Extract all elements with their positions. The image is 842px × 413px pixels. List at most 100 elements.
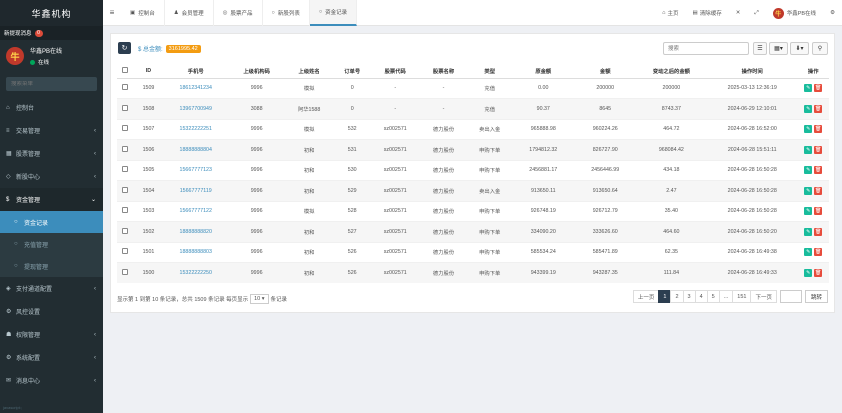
new-withdraw-notice[interactable]: 新提现消息 0	[0, 26, 103, 40]
sidebar-item-fund-records[interactable]: ○ 资金记录	[0, 211, 103, 233]
row-checkbox[interactable]	[117, 139, 134, 160]
edit-icon[interactable]: ✎	[804, 227, 813, 236]
row-checkbox[interactable]	[117, 77, 134, 99]
sidebar-item-permission[interactable]: ☗ 权限管理 ‹	[0, 323, 103, 346]
row-checkbox[interactable]	[117, 118, 134, 140]
home-link[interactable]: ⌂ 主页	[655, 9, 685, 17]
phone-link[interactable]: 15322222251	[180, 126, 212, 132]
edit-icon[interactable]: ✎	[804, 269, 813, 277]
edit-icon[interactable]: ✎	[804, 125, 813, 134]
settings-gear-icon[interactable]: ⚙	[823, 10, 842, 16]
edit-icon[interactable]: ✎	[804, 186, 813, 195]
delete-icon[interactable]: 🗑	[814, 186, 823, 195]
export-button[interactable]: ⬇▾	[790, 42, 809, 55]
column-header[interactable]: 股票代码	[371, 65, 420, 79]
phone-link[interactable]: 18888888820	[180, 229, 212, 235]
phone-link[interactable]: 15667777122	[180, 208, 212, 214]
edit-icon[interactable]: ✎	[804, 248, 813, 257]
column-header[interactable]: 上级机构码	[228, 65, 285, 79]
sidebar-toggle-icon[interactable]: ≡	[103, 8, 121, 17]
column-header[interactable]: 手机号	[163, 65, 229, 79]
column-header[interactable]: ID	[133, 65, 164, 79]
row-checkbox[interactable]	[117, 221, 134, 242]
phone-link[interactable]: 18888888804	[180, 147, 212, 153]
phone-link[interactable]: 18888888803	[180, 249, 212, 255]
page-button[interactable]: 151	[732, 290, 752, 303]
table-cell: 464.72	[635, 118, 708, 140]
translate-icon[interactable]: ✕	[729, 10, 748, 16]
columns-button[interactable]: ▦▾	[769, 42, 788, 55]
tab-stock-products[interactable]: ◎ 股票产品	[214, 0, 263, 26]
column-header[interactable]: 金额	[574, 65, 636, 79]
sidebar-item-trade[interactable]: ≡ 交易管理 ‹	[0, 119, 103, 142]
phone-link[interactable]: 13967700949	[180, 106, 212, 112]
column-header[interactable]: 股票名称	[419, 65, 468, 79]
toggle-view-button[interactable]: ☰	[753, 42, 767, 55]
fullscreen-icon[interactable]: ⤢	[747, 10, 765, 17]
delete-icon[interactable]: 🗑	[814, 104, 823, 113]
page-size-select[interactable]: 10 ▾	[250, 294, 269, 304]
delete-icon[interactable]: 🗑	[814, 84, 823, 93]
phone-link[interactable]: 15667777123	[180, 167, 212, 173]
delete-icon[interactable]: 🗑	[814, 145, 823, 154]
edit-icon[interactable]: ✎	[804, 166, 813, 175]
tab-dashboard[interactable]: ▣ 控制台	[121, 0, 165, 26]
sidebar-item-messages[interactable]: ✉ 消息中心 ‹	[0, 369, 103, 392]
circle-icon: ○	[14, 219, 18, 225]
row-checkbox[interactable]	[117, 262, 134, 283]
sidebar-item-payment[interactable]: ◈ 支付通道配置 ‹	[0, 277, 103, 300]
sidebar-search-input[interactable]	[11, 81, 91, 87]
sidebar-item-risk[interactable]: ⚙ 风控设置	[0, 300, 103, 323]
delete-icon[interactable]: 🗑	[814, 227, 823, 236]
edit-icon[interactable]: ✎	[804, 104, 813, 113]
delete-icon[interactable]: 🗑	[814, 125, 823, 134]
edit-icon[interactable]: ✎	[804, 207, 813, 216]
sidebar-item-ipo[interactable]: ◇ 新股中心 ‹	[0, 165, 103, 188]
prev-page-button[interactable]: 上一页	[632, 290, 660, 303]
column-header[interactable]: 变动之后的金额	[635, 65, 708, 79]
edit-icon[interactable]: ✎	[804, 84, 813, 93]
search-button[interactable]: ⚲	[812, 42, 828, 55]
sidebar-item-recharge[interactable]: ○ 充值管理	[0, 233, 103, 255]
delete-icon[interactable]: 🗑	[814, 207, 823, 216]
row-checkbox[interactable]	[117, 241, 134, 263]
page-jump-input[interactable]	[779, 290, 802, 303]
column-header[interactable]: 上级姓名	[284, 65, 334, 79]
brand-logo[interactable]: 华鑫机构	[0, 0, 103, 26]
sidebar-item-withdraw[interactable]: ○ 提现管理	[0, 255, 103, 277]
tab-members[interactable]: ♟ 会员管理	[165, 0, 214, 26]
sidebar-search[interactable]	[6, 77, 97, 91]
column-header[interactable]: 原金额	[511, 65, 575, 79]
user-menu[interactable]: 牛华鑫PB在线	[766, 7, 823, 19]
row-checkbox[interactable]	[117, 200, 134, 222]
row-checkbox[interactable]	[117, 180, 134, 201]
table-toolbar: ↻ $ 总金额:3161995.42 ☰ ▦▾ ⬇▾ ⚲	[111, 34, 834, 56]
search-input[interactable]	[663, 42, 749, 55]
sidebar-item-system[interactable]: ⚙ 系统配置 ‹	[0, 346, 103, 369]
row-checkbox[interactable]	[117, 98, 134, 119]
phone-link[interactable]: 15667777119	[180, 188, 212, 194]
column-header[interactable]: 操作时间	[707, 65, 798, 79]
delete-icon[interactable]: 🗑	[814, 248, 823, 257]
sidebar-item-stock[interactable]: ▦ 股票管理 ‹	[0, 142, 103, 165]
refresh-button[interactable]: ↻	[118, 42, 131, 54]
table-cell: 阿华1588	[284, 98, 334, 119]
select-all-checkbox[interactable]	[117, 65, 134, 79]
tab-ipo-list[interactable]: ○ 新股列表	[263, 0, 310, 26]
page-tabs: ▣ 控制台 ♟ 会员管理 ◎ 股票产品 ○ 新股列表 ○ 资金记录	[121, 0, 358, 26]
phone-link[interactable]: 15322222250	[180, 270, 212, 276]
column-header[interactable]: 订单号	[333, 65, 372, 79]
tab-fund-records[interactable]: ○ 资金记录	[309, 0, 358, 26]
page-jump-button[interactable]: 跳转	[804, 290, 828, 303]
column-header[interactable]: 类型	[467, 65, 512, 79]
table-cell: 9996	[228, 262, 285, 283]
row-checkbox[interactable]	[117, 159, 134, 181]
next-page-button[interactable]: 下一页	[750, 290, 777, 303]
delete-icon[interactable]: 🗑	[814, 269, 823, 277]
clear-cache-button[interactable]: ▤ 清除缓存	[685, 9, 728, 17]
edit-icon[interactable]: ✎	[804, 145, 813, 154]
delete-icon[interactable]: 🗑	[814, 166, 823, 175]
sidebar-item-dashboard[interactable]: ⌂ 控制台	[0, 96, 103, 119]
phone-link[interactable]: 18612341234	[180, 85, 212, 91]
sidebar-item-funds[interactable]: $ 资金管理 ⌄	[0, 188, 103, 211]
